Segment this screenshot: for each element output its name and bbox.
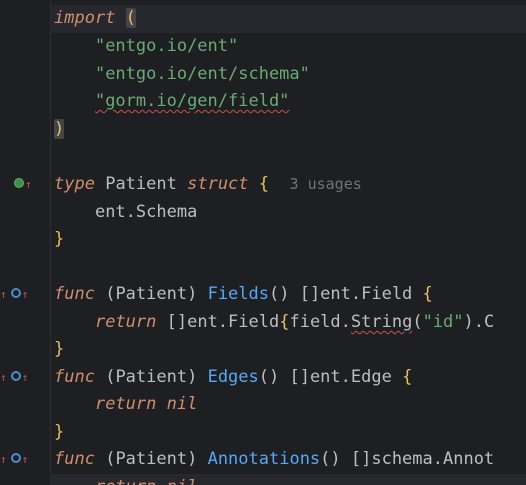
import-string: "entgo.io/ent" — [94, 36, 239, 56]
brace: { — [279, 312, 290, 332]
code-line[interactable]: import ( — [51, 5, 526, 33]
brace: } — [54, 339, 65, 359]
receiver: (Patient) — [105, 449, 198, 469]
overridden-icon[interactable]: ↑ ↑ — [0, 371, 28, 385]
method-name: Edges — [207, 367, 259, 387]
receiver: (Patient) — [105, 367, 198, 387]
code-line[interactable]: ) — [51, 116, 526, 144]
method-name: Annotations — [207, 449, 321, 469]
brace: { — [422, 284, 433, 304]
signature: () []ent.Edge — [258, 367, 392, 387]
code-line[interactable]: } — [51, 336, 526, 364]
code-line[interactable]: func (Patient) Fields() []ent.Field { — [51, 281, 526, 309]
code-line[interactable]: func (Patient) Edges() []ent.Edge { — [51, 364, 526, 392]
matched-paren: ) — [54, 119, 65, 139]
code-line[interactable]: return nil — [51, 391, 526, 419]
code-line[interactable]: "gorm.io/gen/field" — [51, 88, 526, 116]
import-string-error: "gorm.io/gen/field" — [94, 91, 290, 111]
string-literal: "id" — [422, 312, 464, 332]
string-call-error: String — [350, 312, 413, 332]
code-text: ).C — [463, 312, 495, 332]
type-name: Patient — [105, 174, 177, 194]
keyword: import — [54, 8, 116, 28]
brace: } — [54, 422, 65, 442]
usages-hint[interactable]: 3 usages — [290, 175, 362, 193]
nil-keyword: nil — [166, 394, 198, 414]
keyword: func — [54, 449, 95, 469]
signature: () []ent.Field — [269, 284, 413, 304]
signature: () []schema.Annot — [320, 449, 495, 469]
matched-paren: ( — [125, 8, 136, 28]
import-string: "entgo.io/ent/schema" — [94, 64, 310, 84]
code-editor[interactable]: import ( "entgo.io/ent" "entgo.io/ent/sc… — [51, 0, 526, 485]
brace: { — [258, 174, 270, 194]
code-line[interactable]: "entgo.io/ent" — [51, 33, 526, 61]
code-text: []ent.Field — [166, 312, 280, 332]
keyword: func — [54, 367, 95, 387]
code-line[interactable]: func (Patient) Annotations() []schema.An… — [51, 446, 526, 474]
keyword: return — [94, 312, 157, 332]
implemented-icon[interactable]: ↑ ↑ — [0, 288, 28, 302]
code-line[interactable]: type Patient struct { 3 usages — [51, 171, 526, 199]
keyword: return — [94, 394, 157, 414]
code-text: field. — [289, 312, 351, 332]
method-name: Fields — [207, 284, 269, 304]
keyword: func — [54, 284, 95, 304]
code-line[interactable]: "entgo.io/ent/schema" — [51, 61, 526, 89]
code-line[interactable]: return []ent.Field{field.String("id").C — [51, 309, 526, 337]
partial-line: return nil — [95, 477, 197, 485]
keyword: struct — [187, 174, 249, 194]
keyword: type — [54, 174, 95, 194]
brace: } — [54, 229, 65, 249]
code-line[interactable]: } — [51, 419, 526, 447]
overridden-icon[interactable]: ↑ ↑ — [0, 453, 28, 467]
code-line[interactable]: ent.Schema — [51, 199, 526, 227]
code-line[interactable]: return nil — [51, 474, 526, 485]
receiver: (Patient) — [105, 284, 198, 304]
implemented-icon[interactable]: ↑ — [14, 178, 32, 192]
embedded-field: ent.Schema — [94, 202, 198, 222]
brace: { — [402, 367, 413, 387]
code-text: ( — [412, 312, 423, 332]
code-line[interactable]: } — [51, 226, 526, 254]
editor-gutter: ↑ ↑ ↑ ↑ ↑ ↑ ↑ — [0, 0, 50, 485]
